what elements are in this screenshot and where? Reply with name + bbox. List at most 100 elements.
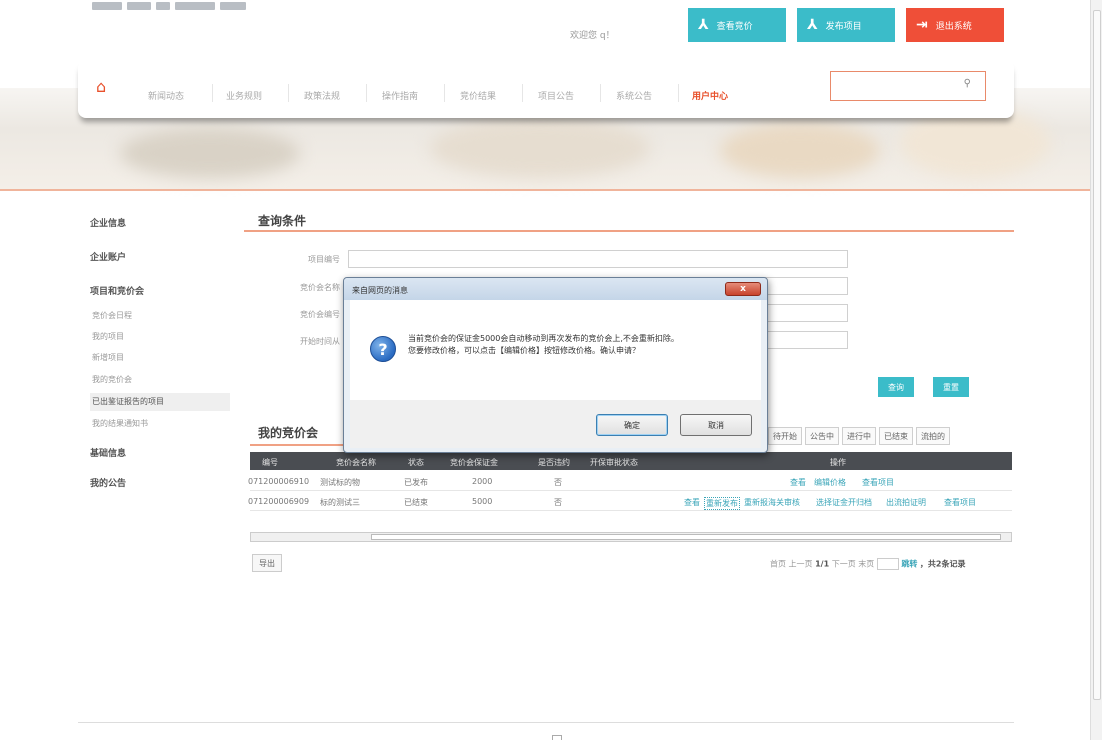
close-button[interactable]: x xyxy=(725,282,761,296)
publish-project-button[interactable]: ⅄ 发布项目 xyxy=(797,8,895,42)
reset-button[interactable]: 重置 xyxy=(933,377,969,397)
nav-item-user-center[interactable]: 用户中心 xyxy=(692,89,728,102)
sidebar-item-my-biddings[interactable]: 我的竞价会 xyxy=(92,374,132,385)
sidebar-item-new-project[interactable]: 新增项目 xyxy=(92,352,124,363)
tab-pending[interactable]: 待开始 xyxy=(768,427,802,445)
tab-announcing[interactable]: 公告中 xyxy=(805,427,839,445)
pager-prev-links[interactable]: 首页 上一页 xyxy=(770,560,813,569)
cell-deposit: 2000 xyxy=(472,477,493,486)
view-bidding-button[interactable]: ⅄ 查看竞价 xyxy=(688,8,786,42)
sidebar-item-my-projects[interactable]: 我的项目 xyxy=(92,331,124,342)
home-icon[interactable]: ⌂ xyxy=(96,78,114,96)
results-title: 我的竞价会 xyxy=(258,426,319,440)
field-label-bidding-name: 竞价会名称 xyxy=(300,283,340,292)
status-tabs: 待开始 公告中 进行中 已结束 流拍的 xyxy=(768,427,950,445)
question-icon: ? xyxy=(370,336,396,362)
footer-divider xyxy=(78,722,1014,723)
nav-item-news[interactable]: 新闻动态 xyxy=(148,89,184,102)
op-view-link[interactable]: 查看 xyxy=(790,477,806,488)
dialog-title: 来自网页的消息 xyxy=(352,286,408,295)
sidebar-heading-company-account[interactable]: 企业账户 xyxy=(90,250,126,263)
cell-name: 测试标的物 xyxy=(320,478,360,487)
query-title-rule xyxy=(244,230,1014,232)
scrollbar-thumb[interactable] xyxy=(1093,10,1101,700)
column-header-breach: 是否违约 xyxy=(538,458,570,467)
pagination: 首页 上一页 1/1 下一页 末页 跳转 ，共2条记录 xyxy=(770,558,965,570)
op-failed-proof-link[interactable]: 出流拍证明 xyxy=(886,497,926,508)
search-button[interactable]: 查询 xyxy=(878,377,914,397)
sidebar-item-result-notices[interactable]: 我的结果通知书 xyxy=(92,418,148,429)
nav-item-rules[interactable]: 业务规则 xyxy=(226,89,262,102)
sidebar-heading-company-info[interactable]: 企业信息 xyxy=(90,216,126,229)
wrench-icon: ⅄ xyxy=(807,17,818,33)
op-view-project-link[interactable]: 查看项目 xyxy=(944,497,976,508)
cell-name: 标的测试三 xyxy=(320,498,360,507)
op-republish-link[interactable]: 重新发布 xyxy=(704,497,740,510)
main-nav: ⌂ 新闻动态 业务规则 政策法规 操作指南 竞价结果 项目公告 系统公告 用户中… xyxy=(78,60,1014,118)
table-row: 071200006909 标的测试三 已结束 5000 否 查看 重新发布 重新… xyxy=(248,492,1012,511)
nav-item-project-notices[interactable]: 项目公告 xyxy=(538,89,574,102)
pager-next-links[interactable]: 下一页 末页 xyxy=(832,560,875,569)
cell-breach: 否 xyxy=(554,498,562,507)
column-header-name: 竞价会名称 xyxy=(336,458,376,467)
horizontal-scrollbar[interactable] xyxy=(250,532,1012,542)
op-view-link[interactable]: 查看 xyxy=(684,497,700,508)
welcome-text: 欢迎您 q！ xyxy=(570,31,615,41)
nav-item-policies[interactable]: 政策法规 xyxy=(304,89,340,102)
sidebar-heading-announcements[interactable]: 我的公告 xyxy=(90,476,126,489)
dialog-message-line1: 当前竞价会的保证金5000会自动移动到再次发布的竞价会上,不会重新扣除。 xyxy=(408,334,679,343)
sidebar-heading-basic-info[interactable]: 基础信息 xyxy=(90,446,126,459)
tab-ended[interactable]: 已结束 xyxy=(879,427,913,445)
pager-page: 1/1 xyxy=(815,559,830,569)
op-view-project-link[interactable]: 查看项目 xyxy=(862,477,894,488)
op-deposit-archive-link[interactable]: 选择证金开归档 xyxy=(816,497,872,508)
field-label-project-no: 项目编号 xyxy=(308,255,340,264)
pager-total: ，共2条记录 xyxy=(919,559,966,569)
field-label-bidding-no: 竞价会编号 xyxy=(300,310,340,319)
nav-item-guide[interactable]: 操作指南 xyxy=(382,89,418,102)
op-edit-price-link[interactable]: 编辑价格 xyxy=(814,477,846,488)
op-resubmit-customs-link[interactable]: 重新报海关审核 xyxy=(744,497,800,508)
footer-scroll-tab[interactable] xyxy=(552,735,562,740)
tab-in-progress[interactable]: 进行中 xyxy=(842,427,876,445)
confirm-dialog: 来自网页的消息 x ? 当前竞价会的保证金5000会自动移动到再次发布的竞价会上… xyxy=(343,277,768,453)
cell-status: 已结束 xyxy=(404,498,428,507)
site-logo xyxy=(92,0,312,16)
sidebar-heading-projects[interactable]: 项目和竞价会 xyxy=(90,284,144,297)
nav-item-system-notices[interactable]: 系统公告 xyxy=(616,89,652,102)
dialog-titlebar[interactable]: 来自网页的消息 x xyxy=(344,278,767,300)
column-header-approval: 开保审批状态 xyxy=(590,458,638,467)
sidebar-item-verified-projects[interactable]: 已出鉴证报告的项目 xyxy=(92,396,164,407)
column-header-deposit: 竞价会保证金 xyxy=(450,458,498,467)
cell-status: 已发布 xyxy=(404,478,428,487)
vertical-scrollbar[interactable] xyxy=(1090,0,1102,740)
search-input[interactable]: ⚲ xyxy=(830,71,986,101)
dialog-body: ? 当前竞价会的保证金5000会自动移动到再次发布的竞价会上,不会重新扣除。 您… xyxy=(350,300,761,400)
ok-button[interactable]: 确定 xyxy=(596,414,668,436)
publish-project-label: 发布项目 xyxy=(825,21,862,32)
export-button[interactable]: 导出 xyxy=(252,554,282,572)
field-label-start-time: 开始时间从 xyxy=(300,337,340,346)
logout-button[interactable]: ⇥ 退出系统 xyxy=(906,8,1004,42)
scrollbar-thumb[interactable] xyxy=(371,534,1001,540)
table-header: 编号 竞价会名称 状态 竞价会保证金 是否违约 开保审批状态 操作 xyxy=(250,452,1012,470)
search-icon[interactable]: ⚲ xyxy=(964,78,971,89)
tab-failed[interactable]: 流拍的 xyxy=(916,427,950,445)
page: 欢迎您 q！ ⅄ 查看竞价 ⅄ 发布项目 ⇥ 退出系统 ⌂ 新闻动态 业务规则 … xyxy=(0,0,1102,740)
query-title: 查询条件 xyxy=(258,214,307,228)
dialog-message-line2: 您要修改价格，可以点击【编辑价格】按钮修改价格。确认申请？ xyxy=(408,346,640,355)
logout-label: 退出系统 xyxy=(935,21,972,32)
close-icon: x xyxy=(740,284,746,294)
cell-deposit: 5000 xyxy=(472,497,493,506)
column-header-status: 状态 xyxy=(408,458,424,467)
view-bidding-label: 查看竞价 xyxy=(716,21,753,32)
cancel-button[interactable]: 取消 xyxy=(680,414,752,436)
banner-divider xyxy=(0,189,1090,191)
pager-go-button[interactable]: 跳转 xyxy=(901,560,917,569)
page-jump-input[interactable] xyxy=(876,558,899,570)
nav-item-results[interactable]: 竞价结果 xyxy=(460,89,496,102)
project-no-input[interactable] xyxy=(348,250,848,268)
sidebar-item-bidding-schedule[interactable]: 竞价会日程 xyxy=(92,310,132,321)
table-row: 071200006910 测试标的物 已发布 2000 否 查看 编辑价格 查看… xyxy=(248,472,1012,491)
column-header-id: 编号 xyxy=(262,458,278,467)
